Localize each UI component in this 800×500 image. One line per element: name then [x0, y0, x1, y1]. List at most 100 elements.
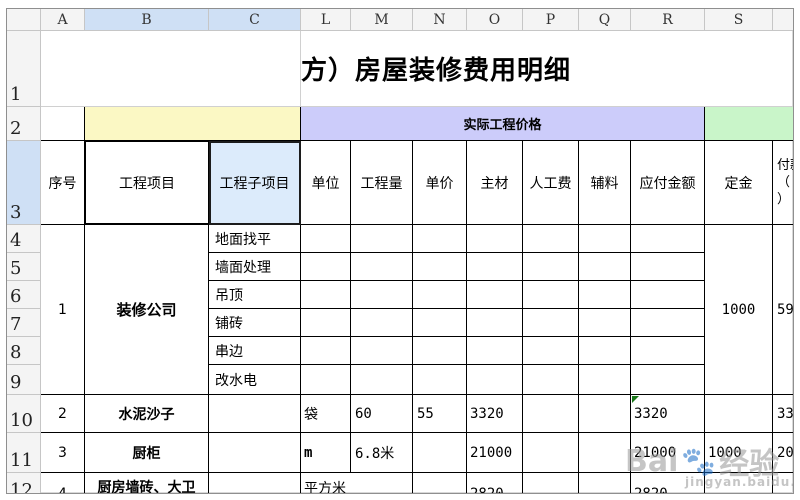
row12-main-material[interactable]: 2820: [467, 473, 523, 493]
cell-a1-c1[interactable]: [41, 31, 301, 107]
empty-cell[interactable]: [351, 281, 413, 309]
header-main-material[interactable]: 主材: [467, 141, 523, 225]
empty-cell[interactable]: [351, 309, 413, 337]
corner-select-all[interactable]: [7, 9, 41, 31]
row12-unit-price[interactable]: [413, 473, 467, 493]
row10-subproject[interactable]: [209, 395, 301, 433]
row10-project[interactable]: 水泥沙子: [85, 395, 209, 433]
empty-cell[interactable]: [413, 281, 467, 309]
sheet-title[interactable]: 方）房屋装修费用明细: [301, 31, 793, 107]
header-unit[interactable]: 单位: [301, 141, 351, 225]
row10-labor[interactable]: [523, 395, 579, 433]
subitem-2[interactable]: 墙面处理: [209, 253, 301, 281]
row12-project[interactable]: 厨房墙砖、大卫: [85, 473, 209, 493]
header-quantity[interactable]: 工程量: [351, 141, 413, 225]
column-header-o[interactable]: O: [467, 9, 523, 31]
empty-cell[interactable]: [579, 365, 631, 395]
empty-cell[interactable]: [631, 225, 705, 253]
row-header-1[interactable]: 1: [7, 31, 41, 107]
empty-cell[interactable]: [579, 337, 631, 365]
row-header-11[interactable]: 11: [7, 433, 41, 473]
row10-main-material[interactable]: 3320: [467, 395, 523, 433]
empty-cell[interactable]: [523, 309, 579, 337]
cell-a2[interactable]: [41, 107, 85, 141]
column-header-q[interactable]: Q: [579, 9, 631, 31]
row12-unit[interactable]: 平方米: [301, 473, 413, 493]
row12-seq[interactable]: 4: [41, 473, 85, 493]
empty-cell[interactable]: [523, 253, 579, 281]
row10-unit[interactable]: 袋: [301, 395, 351, 433]
row-header-8[interactable]: 8: [7, 337, 41, 365]
empty-cell[interactable]: [467, 365, 523, 395]
empty-cell[interactable]: [301, 253, 351, 281]
row12-aux[interactable]: [579, 473, 631, 493]
empty-cell[interactable]: [579, 281, 631, 309]
empty-cell[interactable]: [579, 309, 631, 337]
empty-cell[interactable]: [631, 337, 705, 365]
empty-cell[interactable]: [413, 253, 467, 281]
empty-cell[interactable]: [523, 337, 579, 365]
column-header-b[interactable]: B: [85, 9, 209, 31]
row11-seq[interactable]: 3: [41, 433, 85, 473]
row-header-4[interactable]: 4: [7, 225, 41, 253]
row10-quantity[interactable]: 60: [351, 395, 413, 433]
header-deposit[interactable]: 定金: [705, 141, 773, 225]
row10-unit-price[interactable]: 55: [413, 395, 467, 433]
header-project[interactable]: 工程项目: [85, 141, 209, 225]
empty-cell[interactable]: [467, 225, 523, 253]
column-header-a[interactable]: A: [41, 9, 85, 31]
row11-subproject[interactable]: [209, 433, 301, 473]
subitem-1[interactable]: 地面找平: [209, 225, 301, 253]
row10-payable[interactable]: 3320: [631, 395, 705, 433]
row10-deposit[interactable]: [705, 395, 773, 433]
row11-quantity[interactable]: 6.8米: [351, 433, 413, 473]
empty-cell[interactable]: [301, 309, 351, 337]
column-header-m[interactable]: M: [351, 9, 413, 31]
row11-unit[interactable]: m: [301, 433, 351, 473]
subitem-4[interactable]: 铺砖: [209, 309, 301, 337]
header-payable[interactable]: 应付金额: [631, 141, 705, 225]
row-header-3[interactable]: 3: [7, 141, 41, 225]
empty-cell[interactable]: [413, 365, 467, 395]
column-header-r[interactable]: R: [631, 9, 705, 31]
row10-seq[interactable]: 2: [41, 395, 85, 433]
group1-deposit[interactable]: 1000: [705, 225, 773, 395]
row12-labor[interactable]: [523, 473, 579, 493]
subitem-5[interactable]: 串边: [209, 337, 301, 365]
row12-subproject[interactable]: [209, 473, 301, 493]
empty-cell[interactable]: [631, 365, 705, 395]
column-header-s[interactable]: S: [705, 9, 773, 31]
empty-cell[interactable]: [301, 365, 351, 395]
row11-aux[interactable]: [579, 433, 631, 473]
empty-cell[interactable]: [351, 253, 413, 281]
row10-aux[interactable]: [579, 395, 631, 433]
row-header-7[interactable]: 7: [7, 309, 41, 337]
row-header-10[interactable]: 10: [7, 395, 41, 433]
row-header-12[interactable]: 12: [7, 473, 41, 493]
empty-cell[interactable]: [523, 365, 579, 395]
empty-cell[interactable]: [351, 225, 413, 253]
header-unit-price[interactable]: 单价: [413, 141, 467, 225]
group1-paid[interactable]: 59: [773, 225, 793, 395]
empty-cell[interactable]: [351, 337, 413, 365]
empty-cell[interactable]: [351, 365, 413, 395]
column-header-l[interactable]: L: [301, 9, 351, 31]
empty-cell[interactable]: [467, 281, 523, 309]
empty-cell[interactable]: [413, 337, 467, 365]
column-header-n[interactable]: N: [413, 9, 467, 31]
column-header-p[interactable]: P: [523, 9, 579, 31]
empty-cell[interactable]: [523, 225, 579, 253]
group1-seq[interactable]: 1: [41, 225, 85, 395]
section-actual-price[interactable]: 实际工程价格: [301, 107, 705, 141]
row11-unit-price[interactable]: [413, 433, 467, 473]
header-subproject-selected[interactable]: 工程子项目: [209, 141, 301, 225]
empty-cell[interactable]: [467, 309, 523, 337]
empty-cell[interactable]: [523, 281, 579, 309]
column-header-t[interactable]: [773, 9, 793, 31]
empty-cell[interactable]: [631, 309, 705, 337]
row11-labor[interactable]: [523, 433, 579, 473]
group1-project[interactable]: 装修公司: [85, 225, 209, 395]
row10-paid[interactable]: 33: [773, 395, 793, 433]
empty-cell[interactable]: [301, 281, 351, 309]
empty-cell[interactable]: [631, 253, 705, 281]
